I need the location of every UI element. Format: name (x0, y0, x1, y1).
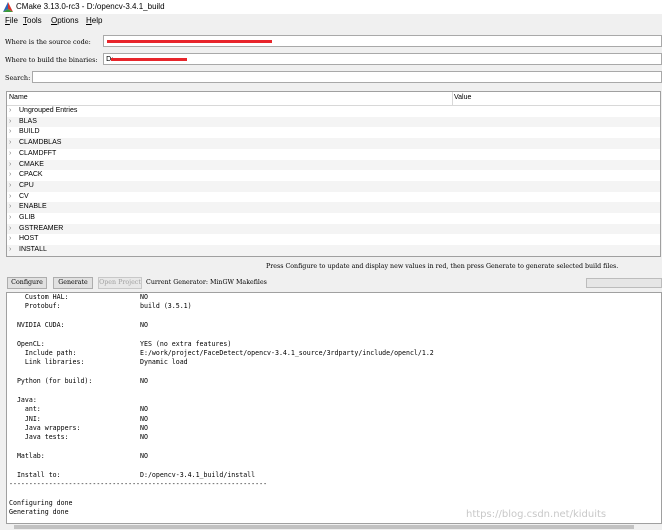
group-label: ENABLE (19, 203, 47, 211)
expand-arrow-icon[interactable]: › (9, 170, 11, 181)
group-label: CLAMDFFT (19, 149, 57, 157)
expand-arrow-icon[interactable]: › (9, 149, 11, 160)
table-row[interactable]: › CLAMDBLAS (7, 138, 660, 149)
log-line: NVIDIA CUDA: NO (9, 321, 148, 330)
progress-bar (586, 278, 662, 288)
cmake-logo-icon (3, 2, 13, 12)
group-label: BLAS (19, 117, 37, 125)
menu-file[interactable]: File (5, 16, 18, 25)
table-row[interactable]: › BUILD (7, 127, 660, 138)
table-row[interactable]: › GLIB (7, 213, 660, 224)
table-row[interactable]: › CPACK (7, 170, 660, 181)
generate-button[interactable]: Generate (53, 277, 93, 289)
group-label: BUILD (19, 128, 40, 136)
search-label: Search: (5, 74, 31, 82)
log-line: ----------------------------------------… (9, 480, 268, 488)
search-input[interactable] (32, 71, 662, 83)
table-row[interactable]: › CLAMDFFT (7, 149, 660, 160)
group-label: CV (19, 192, 29, 200)
log-line: Include path: E:/work/project/FaceDetect… (9, 349, 434, 358)
log-line: Configuring done (9, 498, 73, 507)
open-project-button[interactable]: Open Project (98, 277, 142, 289)
log-line: Java: (9, 395, 37, 404)
log-line: Custom HAL: NO (9, 293, 148, 301)
menu-options[interactable]: Options (51, 16, 79, 25)
log-line: Generating done (9, 508, 69, 517)
menu-bar: File Tools Options Help (0, 14, 662, 28)
table-row[interactable]: › BLAS (7, 116, 660, 128)
table-header: Name Value (7, 92, 660, 106)
expand-arrow-icon[interactable]: › (9, 192, 11, 203)
group-label: CMAKE (19, 160, 44, 168)
group-label: CPACK (19, 171, 43, 179)
table-row[interactable]: › GSTREAMER (7, 223, 660, 235)
expand-arrow-icon[interactable]: › (9, 202, 11, 213)
group-label: INSTALL (19, 246, 47, 254)
group-label: Ungrouped Entries (19, 107, 78, 114)
redaction-mark (111, 58, 187, 61)
table-row[interactable]: › Ungrouped Entries (7, 106, 660, 117)
hint-text: Press Configure to update and display ne… (266, 263, 619, 270)
table-row[interactable]: › ENABLE (7, 202, 660, 213)
redaction-mark (107, 40, 272, 43)
source-label: Where is the source code: (5, 38, 91, 46)
expand-arrow-icon[interactable]: › (9, 138, 11, 149)
column-header-name[interactable]: Name (9, 94, 28, 101)
log-line: Python (for build): NO (9, 377, 148, 386)
current-generator-label: Current Generator: MinGW Makefiles (146, 279, 267, 286)
log-line: OpenCL: YES (no extra features) (9, 339, 232, 348)
column-header-value[interactable]: Value (454, 94, 471, 101)
group-label: HOST (19, 235, 39, 243)
expand-arrow-icon[interactable]: › (9, 181, 11, 192)
log-line: Link libraries: Dynamic load (9, 358, 188, 367)
expand-arrow-icon[interactable]: › (9, 117, 11, 128)
menu-help[interactable]: Help (86, 16, 102, 25)
log-line: Install to: D:/opencv-3.4.1_build/instal… (9, 470, 256, 479)
column-divider[interactable] (452, 92, 453, 105)
expand-arrow-icon[interactable]: › (9, 127, 11, 138)
watermark: https://blog.csdn.net/kiduits (466, 509, 607, 520)
group-label: CPU (19, 181, 34, 189)
log-line: JNI: NO (9, 414, 148, 423)
expand-arrow-icon[interactable]: › (9, 213, 11, 224)
expand-arrow-icon[interactable]: › (9, 160, 11, 171)
title-bar: CMake 3.13.0-rc3 - D:/opencv-3.4.1_build (0, 0, 662, 14)
cache-variables-table[interactable]: Name Value › Ungrouped Entries › BLAS › BUILD… (6, 91, 661, 257)
expand-arrow-icon[interactable]: › (9, 106, 11, 117)
expand-arrow-icon[interactable]: › (9, 234, 11, 245)
expand-arrow-icon[interactable]: › (9, 245, 11, 256)
log-line: ant: NO (9, 405, 148, 414)
menu-tools[interactable]: Tools (23, 16, 42, 25)
group-label: GLIB (19, 214, 35, 221)
table-row[interactable]: › HOST (7, 234, 660, 245)
group-label: GSTREAMER (19, 224, 64, 232)
log-line: Matlab: NO (9, 451, 148, 460)
log-line: Java tests: NO (9, 433, 148, 442)
log-line: Protobuf: build (3.5.1) (9, 302, 192, 311)
log-line: Java wrappers: NO (9, 423, 148, 432)
table-row[interactable]: › CV (7, 192, 660, 203)
window-title: CMake 3.13.0-rc3 - D:/opencv-3.4.1_build (16, 2, 165, 11)
horizontal-scrollbar[interactable] (6, 524, 662, 530)
group-label: CLAMDBLAS (19, 139, 62, 147)
expand-arrow-icon[interactable]: › (9, 224, 11, 235)
build-label: Where to build the binaries: (5, 56, 98, 64)
scrollbar-thumb[interactable] (14, 525, 634, 529)
table-row[interactable]: › CPU (7, 180, 660, 192)
table-row[interactable]: › INSTALL (7, 245, 660, 256)
output-log[interactable]: Custom HAL: NO Protobuf: build (3.5.1) N… (6, 292, 662, 524)
configure-button[interactable]: Configure (7, 277, 47, 289)
table-row[interactable]: › CMAKE (7, 159, 660, 171)
